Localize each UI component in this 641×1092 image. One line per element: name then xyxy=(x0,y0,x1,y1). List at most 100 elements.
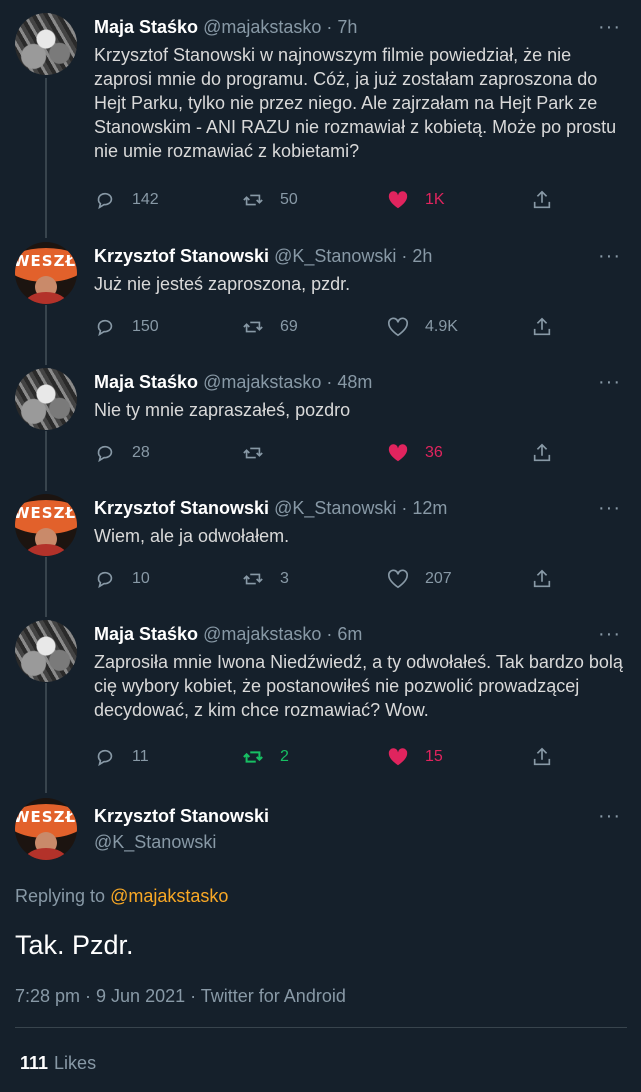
author-handle[interactable]: @K_Stanowski xyxy=(94,832,216,853)
like-count: 4.9K xyxy=(425,318,458,335)
author-handle[interactable]: @majakstasko xyxy=(203,372,321,392)
reply-button[interactable]: 28 xyxy=(94,440,150,466)
share-button[interactable] xyxy=(531,440,553,466)
avatar-body xyxy=(25,544,67,556)
author-handle[interactable]: @majakstasko xyxy=(203,624,321,644)
avatar-logo-text: WESZŁO xyxy=(15,504,77,522)
share-button[interactable] xyxy=(531,314,553,340)
action-bar: 150 69 4.9K xyxy=(94,314,564,340)
likes-summary[interactable]: 111 Likes xyxy=(20,1053,96,1074)
reply-button[interactable]: 10 xyxy=(94,566,150,592)
tweet-text: Wiem, ale ja odwołałem. xyxy=(94,526,290,546)
retweet-icon xyxy=(243,194,263,206)
reply-button[interactable]: 11 xyxy=(94,744,149,770)
retweet-button[interactable]: 69 xyxy=(242,314,298,340)
timestamp[interactable]: · 12m xyxy=(401,498,447,518)
like-button[interactable]: 15 xyxy=(387,744,443,770)
share-icon xyxy=(533,569,551,588)
retweet-count: 69 xyxy=(280,318,298,335)
retweet-icon xyxy=(243,447,263,459)
retweet-button[interactable]: 50 xyxy=(242,187,298,213)
author-name[interactable]: Krzysztof Stanowski xyxy=(94,806,269,827)
share-button[interactable] xyxy=(531,187,553,213)
action-bar: 142 50 1K xyxy=(94,187,564,213)
like-button[interactable]: 207 xyxy=(387,566,452,592)
author-handle[interactable]: @K_Stanowski xyxy=(274,246,396,266)
thread-line xyxy=(45,78,47,238)
replying-prefix: Replying to xyxy=(15,886,106,906)
share-button[interactable] xyxy=(531,744,553,770)
retweet-icon xyxy=(243,751,263,763)
author-name[interactable]: Krzysztof Stanowski xyxy=(94,498,269,518)
retweet-button[interactable]: 3 xyxy=(242,566,289,592)
action-bar: 11 2 15 xyxy=(94,744,564,770)
share-button[interactable] xyxy=(531,566,553,592)
tweet-header: Krzysztof Stanowski @K_Stanowski · 2h xyxy=(94,244,432,268)
more-icon[interactable]: ··· xyxy=(598,498,621,518)
reply-icon xyxy=(97,749,113,767)
share-icon xyxy=(533,747,551,766)
like-count: 1K xyxy=(425,191,445,208)
timestamp[interactable]: · 6m xyxy=(326,624,362,644)
thread-line xyxy=(45,683,47,793)
avatar[interactable] xyxy=(15,620,77,682)
author-name[interactable]: Maja Staśko xyxy=(94,624,198,644)
retweet-icon xyxy=(243,573,263,585)
reply-icon xyxy=(97,192,113,210)
tweet-text: Nie ty mnie zapraszałeś, pozdro xyxy=(94,400,351,420)
author-name[interactable]: Maja Staśko xyxy=(94,17,198,37)
like-button[interactable]: 1K xyxy=(387,187,445,213)
tweet-header: Maja Staśko @majakstasko · 48m xyxy=(94,370,372,394)
thread-line xyxy=(45,431,47,491)
reply-count: 10 xyxy=(132,570,150,587)
author-name[interactable]: Maja Staśko xyxy=(94,372,198,392)
reply-button[interactable]: 142 xyxy=(94,187,159,213)
tweet-text: Krzysztof Stanowski w najnowszym filmie … xyxy=(94,45,617,161)
more-icon[interactable]: ··· xyxy=(598,806,621,826)
replying-handle-link[interactable]: @majakstasko xyxy=(110,886,228,906)
more-icon[interactable]: ··· xyxy=(598,246,621,266)
timestamp[interactable]: · 48m xyxy=(326,372,372,392)
avatar[interactable] xyxy=(15,368,77,430)
retweet-count: 3 xyxy=(280,570,289,587)
timestamp[interactable]: · 2h xyxy=(401,246,432,266)
heart-icon xyxy=(388,317,408,337)
like-button[interactable]: 36 xyxy=(387,440,443,466)
retweet-count: 50 xyxy=(280,191,298,208)
more-icon[interactable]: ··· xyxy=(598,17,621,37)
reply-icon xyxy=(97,571,113,589)
avatar-body xyxy=(25,848,67,860)
avatar[interactable]: WESZŁO xyxy=(15,494,77,556)
retweet-button[interactable] xyxy=(242,440,280,466)
tweet-header: Maja Staśko @majakstasko · 7h xyxy=(94,15,357,39)
timestamp[interactable]: · 7h xyxy=(326,17,357,37)
avatar[interactable] xyxy=(15,13,77,75)
main-tweet-text: Tak. Pzdr. xyxy=(15,930,134,960)
action-bar: 28 36 xyxy=(94,440,564,466)
more-icon[interactable]: ··· xyxy=(598,372,621,392)
reply-icon xyxy=(97,319,113,337)
heart-icon xyxy=(388,569,408,589)
like-count: 207 xyxy=(425,570,452,587)
retweet-button[interactable]: 2 xyxy=(242,744,289,770)
reply-count: 142 xyxy=(132,191,159,208)
share-icon xyxy=(533,190,551,209)
tweet-header: Maja Staśko @majakstasko · 6m xyxy=(94,622,362,646)
author-handle[interactable]: @majakstasko xyxy=(203,17,321,37)
author-name[interactable]: Krzysztof Stanowski xyxy=(94,246,269,266)
reply-icon xyxy=(97,445,113,463)
share-icon xyxy=(533,443,551,462)
reply-button[interactable]: 150 xyxy=(94,314,159,340)
reply-count: 28 xyxy=(132,444,150,461)
replying-to: Replying to @majakstasko xyxy=(15,886,228,907)
tweet-text: Zaprosiła mnie Iwona Niedźwiedź, a ty od… xyxy=(94,652,623,720)
likes-count: 111 xyxy=(20,1053,49,1073)
more-icon[interactable]: ··· xyxy=(598,624,621,644)
divider xyxy=(15,1027,627,1028)
avatar[interactable]: WESZŁO xyxy=(15,798,77,860)
tweet-meta[interactable]: 7:28 pm · 9 Jun 2021 · Twitter for Andro… xyxy=(15,986,346,1007)
author-handle[interactable]: @K_Stanowski xyxy=(274,498,396,518)
reply-count: 11 xyxy=(132,748,149,765)
like-button[interactable]: 4.9K xyxy=(387,314,458,340)
avatar[interactable]: WESZŁO xyxy=(15,242,77,304)
